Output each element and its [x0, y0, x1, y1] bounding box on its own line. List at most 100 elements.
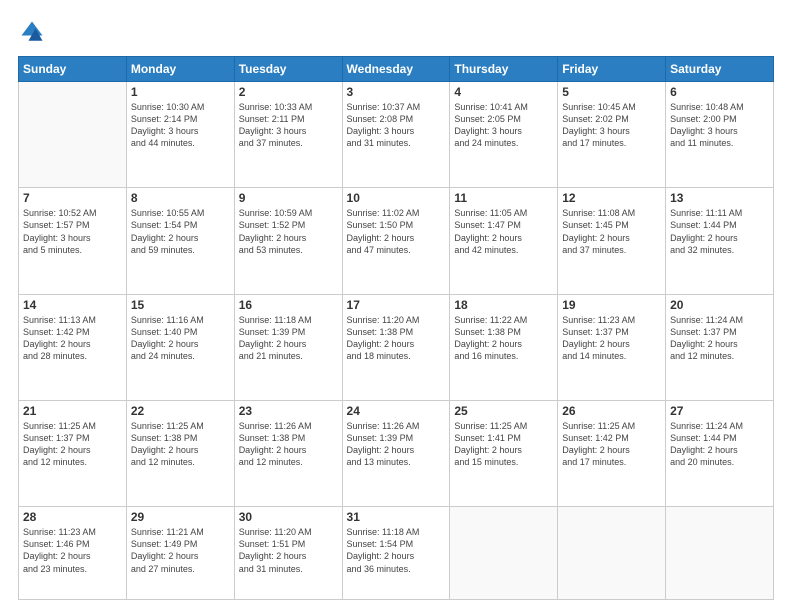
calendar-day-cell: 24 Sunrise: 11:26 AM Sunset: 1:39 PM Dayl… [342, 400, 450, 506]
day-info: Sunrise: 11:18 AM Sunset: 1:39 PM Daylig… [239, 314, 338, 363]
day-info: Sunrise: 10:52 AM Sunset: 1:57 PM Daylig… [23, 207, 122, 256]
calendar-day-cell: 4 Sunrise: 10:41 AM Sunset: 2:05 PM Dayli… [450, 82, 558, 188]
calendar-day-cell: 23 Sunrise: 11:26 AM Sunset: 1:38 PM Dayl… [234, 400, 342, 506]
day-info: Sunrise: 11:25 AM Sunset: 1:37 PM Daylig… [23, 420, 122, 469]
day-number: 1 [131, 85, 230, 99]
day-number: 28 [23, 510, 122, 524]
calendar-day-cell: 7 Sunrise: 10:52 AM Sunset: 1:57 PM Dayli… [19, 188, 127, 294]
day-number: 9 [239, 191, 338, 205]
calendar-day-cell: 12 Sunrise: 11:08 AM Sunset: 1:45 PM Dayl… [558, 188, 666, 294]
calendar-week-row: 1Sunrise: 10:30 AM Sunset: 2:14 PM Dayli… [19, 82, 774, 188]
day-number: 16 [239, 298, 338, 312]
day-number: 23 [239, 404, 338, 418]
logo-icon [18, 18, 46, 46]
day-number: 7 [23, 191, 122, 205]
calendar-week-row: 21 Sunrise: 11:25 AM Sunset: 1:37 PM Dayl… [19, 400, 774, 506]
day-info: Sunrise: 11:18 AM Sunset: 1:54 PM Daylig… [347, 526, 446, 575]
calendar-header-row: SundayMondayTuesdayWednesdayThursdayFrid… [19, 57, 774, 82]
calendar-day-cell: 15 Sunrise: 11:16 AM Sunset: 1:40 PM Dayl… [126, 294, 234, 400]
calendar-day-cell: 27 Sunrise: 11:24 AM Sunset: 1:44 PM Dayl… [666, 400, 774, 506]
day-info: Sunrise: 11:08 AM Sunset: 1:45 PM Daylig… [562, 207, 661, 256]
day-info: Sunrise: 11:26 AM Sunset: 1:38 PM Daylig… [239, 420, 338, 469]
calendar-day-cell: 1Sunrise: 10:30 AM Sunset: 2:14 PM Dayli… [126, 82, 234, 188]
day-info: Sunrise: 10:59 AM Sunset: 1:52 PM Daylig… [239, 207, 338, 256]
day-info: Sunrise: 11:22 AM Sunset: 1:38 PM Daylig… [454, 314, 553, 363]
day-number: 3 [347, 85, 446, 99]
calendar-day-cell: 31 Sunrise: 11:18 AM Sunset: 1:54 PM Dayl… [342, 507, 450, 600]
calendar-day-cell: 6 Sunrise: 10:48 AM Sunset: 2:00 PM Dayli… [666, 82, 774, 188]
weekday-header: Wednesday [342, 57, 450, 82]
calendar-day-cell: 16 Sunrise: 11:18 AM Sunset: 1:39 PM Dayl… [234, 294, 342, 400]
calendar-day-cell [19, 82, 127, 188]
day-info: Sunrise: 10:55 AM Sunset: 1:54 PM Daylig… [131, 207, 230, 256]
calendar-day-cell: 9 Sunrise: 10:59 AM Sunset: 1:52 PM Dayli… [234, 188, 342, 294]
day-number: 4 [454, 85, 553, 99]
calendar-day-cell: 5 Sunrise: 10:45 AM Sunset: 2:02 PM Dayli… [558, 82, 666, 188]
calendar-day-cell [666, 507, 774, 600]
day-info: Sunrise: 11:16 AM Sunset: 1:40 PM Daylig… [131, 314, 230, 363]
day-info: Sunrise: 11:05 AM Sunset: 1:47 PM Daylig… [454, 207, 553, 256]
day-number: 5 [562, 85, 661, 99]
day-info: Sunrise: 10:37 AM Sunset: 2:08 PM Daylig… [347, 101, 446, 150]
day-number: 19 [562, 298, 661, 312]
day-number: 15 [131, 298, 230, 312]
calendar-day-cell: 25 Sunrise: 11:25 AM Sunset: 1:41 PM Dayl… [450, 400, 558, 506]
calendar-day-cell: 21 Sunrise: 11:25 AM Sunset: 1:37 PM Dayl… [19, 400, 127, 506]
day-number: 24 [347, 404, 446, 418]
day-info: Sunrise: 11:25 AM Sunset: 1:38 PM Daylig… [131, 420, 230, 469]
day-number: 21 [23, 404, 122, 418]
day-info: Sunrise: 11:20 AM Sunset: 1:51 PM Daylig… [239, 526, 338, 575]
calendar-day-cell: 11Sunrise: 11:05 AM Sunset: 1:47 PM Dayl… [450, 188, 558, 294]
calendar-day-cell: 30 Sunrise: 11:20 AM Sunset: 1:51 PM Dayl… [234, 507, 342, 600]
day-number: 22 [131, 404, 230, 418]
day-info: Sunrise: 11:24 AM Sunset: 1:44 PM Daylig… [670, 420, 769, 469]
day-info: Sunrise: 11:13 AM Sunset: 1:42 PM Daylig… [23, 314, 122, 363]
page: SundayMondayTuesdayWednesdayThursdayFrid… [0, 0, 792, 612]
day-info: Sunrise: 10:41 AM Sunset: 2:05 PM Daylig… [454, 101, 553, 150]
day-info: Sunrise: 11:26 AM Sunset: 1:39 PM Daylig… [347, 420, 446, 469]
calendar-day-cell [450, 507, 558, 600]
calendar-day-cell: 18 Sunrise: 11:22 AM Sunset: 1:38 PM Dayl… [450, 294, 558, 400]
calendar-day-cell: 20Sunrise: 11:24 AM Sunset: 1:37 PM Dayl… [666, 294, 774, 400]
weekday-header: Saturday [666, 57, 774, 82]
calendar-day-cell: 8 Sunrise: 10:55 AM Sunset: 1:54 PM Dayli… [126, 188, 234, 294]
day-number: 30 [239, 510, 338, 524]
day-number: 10 [347, 191, 446, 205]
calendar-day-cell: 29 Sunrise: 11:21 AM Sunset: 1:49 PM Dayl… [126, 507, 234, 600]
logo [18, 18, 50, 46]
calendar-day-cell [558, 507, 666, 600]
day-info: Sunrise: 11:24 AM Sunset: 1:37 PM Daylig… [670, 314, 769, 363]
day-info: Sunrise: 10:33 AM Sunset: 2:11 PM Daylig… [239, 101, 338, 150]
day-info: Sunrise: 11:02 AM Sunset: 1:50 PM Daylig… [347, 207, 446, 256]
weekday-header: Sunday [19, 57, 127, 82]
calendar-week-row: 14 Sunrise: 11:13 AM Sunset: 1:42 PM Dayl… [19, 294, 774, 400]
day-number: 29 [131, 510, 230, 524]
day-info: Sunrise: 11:23 AM Sunset: 1:46 PM Daylig… [23, 526, 122, 575]
day-info: Sunrise: 10:45 AM Sunset: 2:02 PM Daylig… [562, 101, 661, 150]
calendar-day-cell: 19Sunrise: 11:23 AM Sunset: 1:37 PM Dayl… [558, 294, 666, 400]
weekday-header: Tuesday [234, 57, 342, 82]
day-info: Sunrise: 11:25 AM Sunset: 1:42 PM Daylig… [562, 420, 661, 469]
calendar-week-row: 7 Sunrise: 10:52 AM Sunset: 1:57 PM Dayli… [19, 188, 774, 294]
weekday-header: Friday [558, 57, 666, 82]
day-info: Sunrise: 11:25 AM Sunset: 1:41 PM Daylig… [454, 420, 553, 469]
day-info: Sunrise: 10:48 AM Sunset: 2:00 PM Daylig… [670, 101, 769, 150]
day-number: 12 [562, 191, 661, 205]
day-number: 6 [670, 85, 769, 99]
day-number: 27 [670, 404, 769, 418]
calendar-day-cell: 13Sunrise: 11:11 AM Sunset: 1:44 PM Dayl… [666, 188, 774, 294]
calendar-day-cell: 17Sunrise: 11:20 AM Sunset: 1:38 PM Dayl… [342, 294, 450, 400]
day-number: 25 [454, 404, 553, 418]
day-number: 8 [131, 191, 230, 205]
day-info: Sunrise: 11:21 AM Sunset: 1:49 PM Daylig… [131, 526, 230, 575]
day-info: Sunrise: 11:20 AM Sunset: 1:38 PM Daylig… [347, 314, 446, 363]
calendar-day-cell: 14 Sunrise: 11:13 AM Sunset: 1:42 PM Dayl… [19, 294, 127, 400]
day-number: 18 [454, 298, 553, 312]
calendar-day-cell: 28 Sunrise: 11:23 AM Sunset: 1:46 PM Dayl… [19, 507, 127, 600]
day-number: 14 [23, 298, 122, 312]
day-number: 31 [347, 510, 446, 524]
day-number: 26 [562, 404, 661, 418]
day-number: 2 [239, 85, 338, 99]
header [18, 18, 774, 46]
calendar-table: SundayMondayTuesdayWednesdayThursdayFrid… [18, 56, 774, 600]
